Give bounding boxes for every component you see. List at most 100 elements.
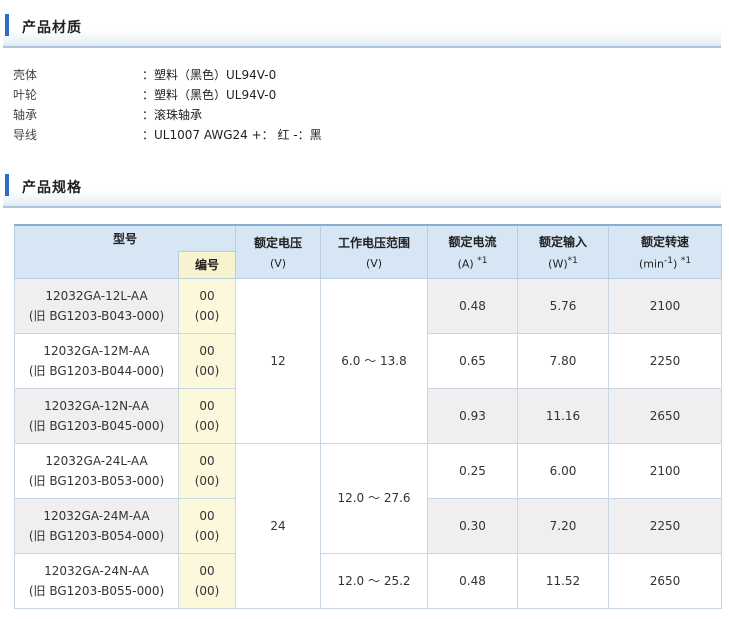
- rated-input-cell: 7.20: [517, 497, 610, 554]
- code-value: 00: [199, 288, 215, 303]
- rated-input-cell: 5.76: [517, 277, 610, 334]
- header-rated-input-label: 额定输入: [539, 234, 588, 249]
- header-model-spacer: [14, 251, 179, 279]
- code-old-value: (00): [194, 363, 220, 378]
- rated-current-cell: 0.25: [427, 442, 519, 499]
- header-rated-speed-label: 额定转速: [641, 234, 690, 249]
- section-marker-bar: [5, 14, 9, 36]
- speed-unit-exponent: -1: [664, 255, 674, 266]
- code-cell: 00 (00): [177, 277, 237, 334]
- header-voltage-range-unit: (V): [365, 256, 383, 270]
- code-value: 00: [199, 398, 215, 413]
- model-cell: 12032GA-24L-AA (旧 BG1203-B053-000): [14, 442, 179, 499]
- rated-speed-cell: 2100: [608, 442, 723, 499]
- material-label: 轴承: [13, 108, 38, 122]
- code-value: 00: [199, 563, 215, 578]
- rated-current-cell: 0.30: [427, 497, 519, 554]
- model-name: 12032GA-24N-AA: [44, 563, 149, 578]
- material-label: 壳体: [13, 68, 38, 82]
- footnote-mark: *1: [680, 255, 692, 266]
- rated-current-cell: 0.93: [427, 387, 519, 444]
- rated-voltage-cell: 24: [235, 442, 322, 609]
- material-value: ：塑料（黑色）UL94V-0: [142, 68, 277, 82]
- header-model: 型号: [13, 224, 237, 251]
- code-old-value: (00): [194, 418, 220, 433]
- model-name: 12032GA-24M-AA: [43, 508, 150, 523]
- material-row: 壳体 ：塑料（黑色）UL94V-0: [13, 65, 413, 85]
- header-rated-voltage: 额定电压 (V): [235, 224, 322, 279]
- rated-current-cell: 0.65: [427, 332, 519, 389]
- material-value: ：滚珠轴承: [142, 108, 203, 122]
- section-divider: [3, 206, 721, 208]
- model-cell: 12032GA-12N-AA (旧 BG1203-B045-000): [14, 387, 179, 444]
- rated-input-cell: 11.16: [517, 387, 610, 444]
- rated-speed-cell: 2250: [608, 332, 723, 389]
- material-list: 壳体 ：塑料（黑色）UL94V-0 叶轮 ：塑料（黑色）UL94V-0 轴承 ：…: [13, 65, 413, 145]
- header-rated-current-unit: (A): [457, 257, 474, 271]
- material-row: 叶轮 ：塑料（黑色）UL94V-0: [13, 85, 413, 105]
- material-label: 导线: [13, 128, 38, 142]
- model-cell: 12032GA-24N-AA (旧 BG1203-B055-000): [14, 552, 179, 609]
- model-cell: 12032GA-24M-AA (旧 BG1203-B054-000): [14, 497, 179, 554]
- code-value: 00: [199, 453, 215, 468]
- spec-table: 型号 额定电压 (V) 工作电压范围 (V) 额定电流 (A) *1 额定输入 …: [13, 224, 723, 609]
- table-row: 12032GA-24N-AA (旧 BG1203-B055-000) 00 (00)…: [14, 552, 723, 609]
- header-rated-speed: 额定转速 (min-1) *1: [608, 224, 723, 279]
- header-code: 编号: [177, 250, 237, 279]
- model-cell: 12032GA-12L-AA (旧 BG1203-B043-000): [14, 277, 179, 334]
- rated-speed-cell: 2650: [608, 552, 723, 609]
- header-rated-input: 额定输入 (W)*1: [517, 224, 610, 279]
- model-old-name: (旧 BG1203-B055-000): [28, 583, 165, 598]
- material-row: 轴承 ：滚珠轴承: [13, 105, 413, 125]
- material-section-title: 产品材质: [22, 20, 82, 36]
- code-cell: 00 (00): [177, 552, 237, 609]
- model-old-name: (旧 BG1203-B044-000): [28, 363, 165, 378]
- header-rated-speed-unit: (min: [638, 257, 665, 271]
- voltage-range-cell: 12.0 ～ 27.6: [320, 442, 429, 554]
- header-rated-voltage-unit: (V): [269, 256, 287, 270]
- spec-section-title: 产品规格: [22, 180, 82, 196]
- header-voltage-range-label: 工作电压范围: [338, 235, 411, 250]
- material-row: 导线 ：UL1007 AWG24 +： 红 -：黑: [13, 125, 413, 145]
- code-value: 00: [199, 508, 215, 523]
- code-cell: 00 (00): [177, 442, 237, 499]
- model-old-name: (旧 BG1203-B045-000): [28, 418, 165, 433]
- code-cell: 00 (00): [177, 497, 237, 554]
- header-rated-current: 额定电流 (A) *1: [427, 224, 519, 279]
- footnote-mark: *1: [477, 255, 488, 266]
- model-old-name: (旧 BG1203-B054-000): [28, 528, 165, 543]
- header-rated-current-unit-line: (A) *1: [428, 256, 517, 271]
- model-name: 12032GA-24L-AA: [45, 453, 148, 468]
- code-old-value: (00): [194, 473, 220, 488]
- code-old-value: (00): [194, 308, 220, 323]
- header-rated-speed-unit-line: (min-1) *1: [609, 256, 721, 271]
- code-old-value: (00): [194, 583, 220, 598]
- rated-current-cell: 0.48: [427, 552, 519, 609]
- table-row: 12032GA-12L-AA (旧 BG1203-B043-000) 00 (00)…: [14, 277, 723, 444]
- model-name: 12032GA-12N-AA: [44, 398, 149, 413]
- material-label: 叶轮: [13, 88, 38, 102]
- rated-current-cell: 0.48: [427, 277, 519, 334]
- table-row: 12032GA-24L-AA (旧 BG1203-B053-000) 00 (00)…: [14, 442, 723, 609]
- header-rated-input-unit: (W): [548, 257, 568, 271]
- section-divider: [3, 46, 721, 48]
- rated-voltage-cell: 12: [235, 277, 322, 444]
- rated-speed-cell: 2650: [608, 387, 723, 444]
- code-value: 00: [199, 343, 215, 358]
- code-old-value: (00): [194, 528, 220, 543]
- header-rated-input-unit-line: (W)*1: [518, 256, 608, 271]
- header-rated-speed-unit-close: ): [673, 257, 678, 271]
- code-cell: 00 (00): [177, 332, 237, 389]
- material-section-header: 产品材质: [3, 2, 721, 48]
- voltage-range-cell: 6.0 ～ 13.8: [320, 277, 429, 444]
- material-value: ：UL1007 AWG24 +： 红 -：黑: [142, 128, 322, 142]
- material-value: ：塑料（黑色）UL94V-0: [142, 88, 277, 102]
- section-marker-bar: [5, 174, 9, 196]
- code-cell: 00 (00): [177, 387, 237, 444]
- voltage-range-cell: 12.0 ～ 25.2: [320, 552, 429, 609]
- rated-input-cell: 6.00: [517, 442, 610, 499]
- rated-input-cell: 11.52: [517, 552, 610, 609]
- model-old-name: (旧 BG1203-B043-000): [28, 308, 165, 323]
- rated-speed-cell: 2100: [608, 277, 723, 334]
- footnote-mark: *1: [567, 255, 578, 266]
